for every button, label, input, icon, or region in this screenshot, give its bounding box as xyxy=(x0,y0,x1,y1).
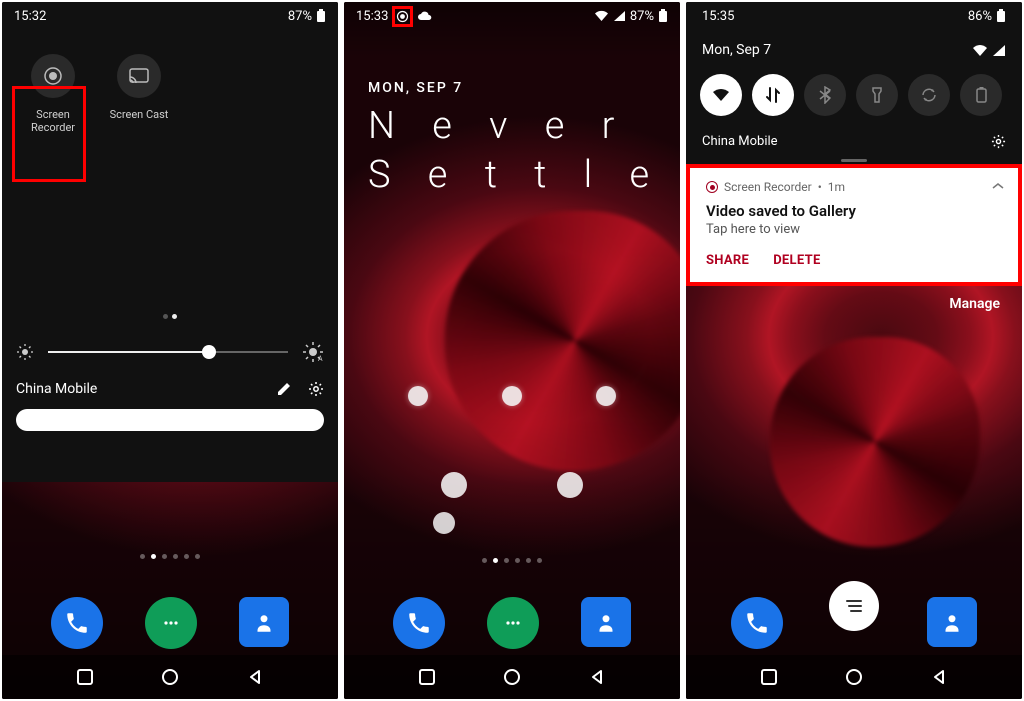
phone-app-icon[interactable] xyxy=(51,597,103,649)
svg-text:A: A xyxy=(318,355,323,363)
widget-dot-single xyxy=(433,512,455,534)
nav-bar xyxy=(2,655,338,699)
back-button[interactable] xyxy=(930,668,948,686)
brightness-slider[interactable] xyxy=(48,351,288,353)
messages-app-icon[interactable] xyxy=(487,597,539,649)
status-bar: 15:33 87% xyxy=(344,2,680,30)
recents-button[interactable] xyxy=(418,668,436,686)
qs-wifi[interactable] xyxy=(700,74,742,116)
notif-header: Screen Recorder • 1m xyxy=(690,168,1018,196)
signal-icon xyxy=(613,10,626,22)
contacts-app-icon[interactable] xyxy=(927,597,977,647)
messages-app-icon[interactable] xyxy=(145,597,197,649)
brightness-slider-row: A xyxy=(16,341,324,363)
home-dock xyxy=(2,597,338,649)
quick-settings-panel: Screen Recorder Screen Cast A China Mobi… xyxy=(2,30,338,474)
carrier-row: China Mobile xyxy=(686,130,1022,159)
recording-indicator-icon xyxy=(396,10,409,23)
brightness-low-icon xyxy=(16,343,34,361)
motto-line-1: N e v e r xyxy=(368,102,663,151)
notification-card[interactable]: Screen Recorder • 1m Video saved to Gall… xyxy=(686,164,1022,286)
notif-sep: • xyxy=(818,180,822,194)
recents-button[interactable] xyxy=(76,668,94,686)
phone-2-homescreen: 15:33 87% MON, SEP 7 N e v e r S e t t l… xyxy=(344,2,680,699)
quick-settings-mini xyxy=(686,64,1022,130)
phone-3-notification: 15:35 86% Mon, Sep 7 China Mobile xyxy=(686,2,1022,699)
status-time: 15:32 xyxy=(14,9,46,24)
nav-bar xyxy=(686,655,1022,699)
gear-icon[interactable] xyxy=(991,134,1006,149)
notif-body: Tap here to view xyxy=(690,220,1018,247)
notif-app-name: Screen Recorder xyxy=(724,180,812,194)
shade-date: Mon, Sep 7 xyxy=(702,42,771,58)
battery-icon xyxy=(316,9,326,23)
clock-widget[interactable]: MON, SEP 7 N e v e r S e t t l e xyxy=(368,80,663,201)
phone-app-icon[interactable] xyxy=(393,597,445,649)
contacts-app-icon[interactable] xyxy=(581,597,631,647)
carrier-name: China Mobile xyxy=(702,134,778,149)
qs-battery-saver[interactable] xyxy=(960,74,1002,116)
gear-icon[interactable] xyxy=(308,381,324,397)
status-time: 15:33 xyxy=(356,9,388,24)
status-bar: 15:35 86% xyxy=(686,2,1022,30)
date-text: MON, SEP 7 xyxy=(368,80,663,96)
qs-bluetooth[interactable] xyxy=(804,74,846,116)
widget-dots-row2 xyxy=(344,472,680,498)
delete-button[interactable]: DELETE xyxy=(773,253,820,268)
home-pager xyxy=(344,558,680,563)
battery-percent: 86% xyxy=(968,9,992,24)
nav-bar xyxy=(344,655,680,699)
battery-percent: 87% xyxy=(630,9,654,24)
widget-dots-row1 xyxy=(344,386,680,406)
notif-title: Video saved to Gallery xyxy=(690,196,1018,220)
page-indicator xyxy=(16,314,324,319)
battery-percent: 87% xyxy=(288,9,312,24)
home-button[interactable] xyxy=(503,668,521,686)
recents-button[interactable] xyxy=(760,668,778,686)
status-right: 87% xyxy=(288,9,326,24)
lines-icon xyxy=(844,598,864,614)
wifi-icon xyxy=(594,10,609,22)
manage-label: Manage xyxy=(949,296,1000,312)
edit-icon[interactable] xyxy=(276,381,292,397)
signal-icon xyxy=(992,44,1006,57)
motto-line-2: S e t t l e xyxy=(368,151,663,200)
cast-icon xyxy=(129,68,149,84)
wifi-icon xyxy=(972,44,988,57)
manage-notifications[interactable]: Manage xyxy=(686,286,1022,322)
shade-date-row: Mon, Sep 7 xyxy=(686,30,1022,64)
brightness-auto-icon[interactable]: A xyxy=(302,341,324,363)
record-icon xyxy=(43,66,63,86)
home-dock xyxy=(344,597,680,649)
tile-label: Screen Cast xyxy=(110,108,169,121)
carrier-row: China Mobile xyxy=(16,381,324,397)
contacts-app-icon[interactable] xyxy=(239,597,289,647)
battery-icon xyxy=(996,9,1006,23)
highlight-box xyxy=(12,86,86,182)
share-button[interactable]: SHARE xyxy=(706,253,749,268)
cloud-icon xyxy=(417,10,433,22)
search-pill[interactable] xyxy=(16,409,324,431)
back-button[interactable] xyxy=(588,668,606,686)
all-apps-button[interactable] xyxy=(829,581,879,631)
home-button[interactable] xyxy=(845,668,863,686)
home-button[interactable] xyxy=(161,668,179,686)
status-time: 15:35 xyxy=(702,9,734,24)
notif-time: 1m xyxy=(828,180,845,194)
chevron-up-icon[interactable] xyxy=(992,182,1004,190)
phone-app-icon[interactable] xyxy=(731,597,783,649)
battery-icon xyxy=(658,9,668,23)
notif-app-icon xyxy=(706,181,718,193)
tile-screen-cast[interactable]: Screen Cast xyxy=(104,54,174,134)
qs-flashlight[interactable] xyxy=(856,74,898,116)
status-bar: 15:32 87% xyxy=(2,2,338,30)
home-pager xyxy=(2,554,338,559)
carrier-name: China Mobile xyxy=(16,381,97,397)
notification-shade-top: 15:35 86% Mon, Sep 7 China Mobile xyxy=(686,2,1022,164)
notif-actions: SHARE DELETE xyxy=(690,247,1018,282)
qs-mobile-data[interactable] xyxy=(752,74,794,116)
back-button[interactable] xyxy=(246,668,264,686)
qs-rotate[interactable] xyxy=(908,74,950,116)
phone-1-quick-settings: 15:32 87% Screen Recorder Screen Cast xyxy=(2,2,338,699)
